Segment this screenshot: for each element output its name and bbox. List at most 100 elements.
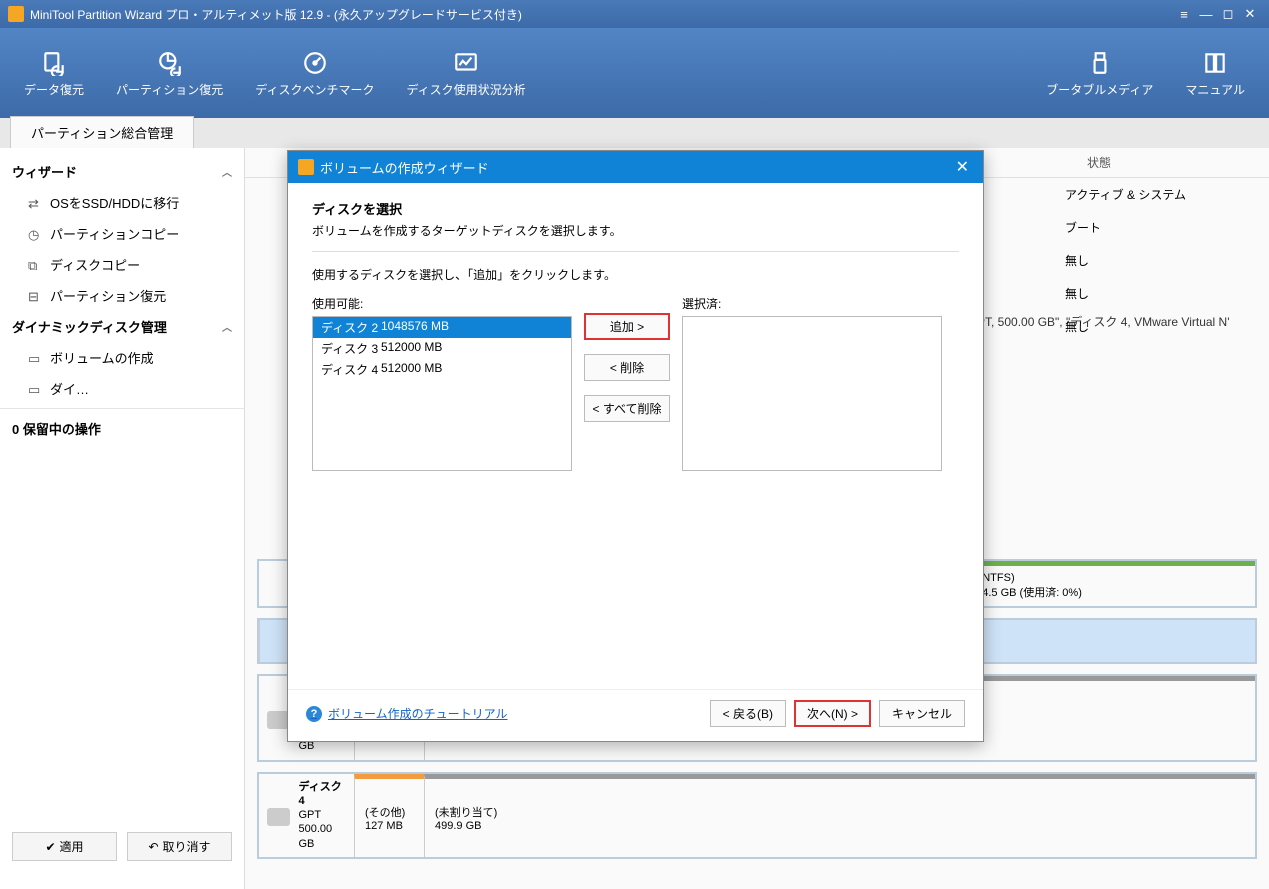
close-button[interactable]: ✕ <box>1239 5 1261 23</box>
dialog-titlebar[interactable]: ボリュームの作成ウィザード ✕ <box>288 151 983 183</box>
list-item[interactable]: ディスク 3512000 MB <box>313 338 571 359</box>
sidebar-section-label: ウィザード <box>12 162 77 181</box>
remove-button[interactable]: < 削除 <box>584 354 670 381</box>
link-label: ボリューム作成のチュートリアル <box>328 705 508 722</box>
table-row[interactable]: 無し <box>955 277 1269 310</box>
partition-unallocated[interactable]: (未割り当て) 499.9 GB <box>424 774 1255 857</box>
toolbar-data-recovery[interactable]: データ復元 <box>8 49 100 98</box>
toolbar-disk-benchmark[interactable]: ディスクベンチマーク <box>239 49 390 98</box>
sidebar-item-migrate-os[interactable]: ⇄OSをSSD/HDDに移行 <box>0 187 244 218</box>
dialog-title: ボリュームの作成ウィザード <box>320 158 489 177</box>
dialog-instruction: 使用するディスクを選択し、「追加」をクリックします。 <box>312 266 959 283</box>
partition-title: (未割り当て) <box>435 804 1245 820</box>
sidebar-item-label: ボリュームの作成 <box>50 348 154 367</box>
partition-j[interactable]: J:(NTFS) 224.5 GB (使用済: 0%) <box>959 561 1255 606</box>
sidebar-item-label: OSをSSD/HDDに移行 <box>50 193 179 212</box>
toolbar-disk-usage[interactable]: ディスク使用状況分析 <box>390 49 541 98</box>
sidebar-item-partition-copy[interactable]: ◷パーティションコピー <box>0 218 244 249</box>
volume-icon: ▭ <box>28 351 42 365</box>
toolbar-bootable-media[interactable]: ブータブルメディア <box>1030 49 1169 98</box>
menu-button[interactable]: ≡ <box>1173 5 1195 23</box>
create-volume-wizard-dialog: ボリュームの作成ウィザード ✕ ディスクを選択 ボリュームを作成するターゲットデ… <box>287 150 984 742</box>
chevron-up-icon: ︿ <box>222 164 232 179</box>
usb-icon <box>1086 49 1114 77</box>
table-row[interactable]: マリアクティブ & システム <box>955 178 1269 211</box>
disk-size: 500.00 GB <box>298 823 332 849</box>
toolbar-label: ディスク使用状況分析 <box>406 81 525 98</box>
toolbar-label: マニュアル <box>1185 81 1245 98</box>
dialog-subheading: ボリュームを作成するターゲットディスクを選択します。 <box>312 222 959 239</box>
sidebar-item-disk-copy[interactable]: ⧉ ディスクコピー <box>0 249 244 280</box>
add-button[interactable]: 追加 > <box>584 313 670 340</box>
disk-size: 1048576 MB <box>381 319 449 336</box>
book-icon <box>1201 49 1229 77</box>
remove-all-button[interactable]: < すべて削除 <box>584 395 670 422</box>
sidebar-item-label: ディスクコピー <box>50 255 140 274</box>
sidebar-section-wizard[interactable]: ウィザード ︿ <box>0 156 244 187</box>
selected-disks-list[interactable] <box>682 316 942 471</box>
hdd-icon <box>267 808 290 826</box>
disk-name: ディスク 2 <box>321 319 381 336</box>
undo-button[interactable]: ↶ 取り消す <box>127 832 232 861</box>
tabs: パーティション総合管理 <box>0 118 1269 148</box>
list-item[interactable]: ディスク 4512000 MB <box>313 359 571 380</box>
sidebar-item-truncated[interactable]: ▭ ダイ… <box>0 373 244 404</box>
generic-icon: ▭ <box>28 382 42 396</box>
cell: 無し <box>1065 285 1269 302</box>
sidebar-item-create-volume[interactable]: ▭ ボリュームの作成 <box>0 342 244 373</box>
cancel-button[interactable]: キャンセル <box>879 700 965 727</box>
button-label: 取り消す <box>163 838 211 855</box>
sidebar-item-label: パーティション復元 <box>50 286 166 305</box>
clock-icon: ◷ <box>28 227 42 241</box>
button-label: 適用 <box>60 838 84 855</box>
disk-block-4[interactable]: ディスク 4 GPT 500.00 GB (その他) 127 MB (未割り当て… <box>257 772 1257 859</box>
partition-title: (その他) <box>365 804 414 820</box>
minimize-button[interactable]: — <box>1195 5 1217 23</box>
cell: 無し <box>1065 252 1269 269</box>
sidebar-section-dynamic[interactable]: ダイナミックディスク管理 ︿ <box>0 311 244 342</box>
next-button[interactable]: 次へ(N) > <box>794 700 871 727</box>
sidebar-item-partition-recovery[interactable]: ⊟ パーティション復元 <box>0 280 244 311</box>
undo-icon: ↶ <box>148 840 158 854</box>
partition-sub: 224.5 GB (使用済: 0%) <box>970 584 1245 600</box>
table-row[interactable]: マリ無し <box>955 244 1269 277</box>
cell: ブート <box>1065 219 1269 236</box>
toolbar-manual[interactable]: マニュアル <box>1169 49 1261 98</box>
tab-partition-management[interactable]: パーティション総合管理 <box>10 116 194 148</box>
disk-name: ディスク 4 <box>321 361 381 378</box>
partition-size: 499.9 GB <box>435 820 1245 832</box>
dialog-close-button[interactable]: ✕ <box>952 157 973 177</box>
chevron-up-icon: ︿ <box>222 319 232 334</box>
disk-size: 512000 MB <box>381 361 442 378</box>
disk-name: ディスク 4 <box>298 781 341 807</box>
maximize-button[interactable]: ◻ <box>1217 5 1239 23</box>
toolbar-label: ディスクベンチマーク <box>255 81 374 98</box>
partition-title: J:(NTFS) <box>970 572 1245 584</box>
app-icon <box>8 6 24 22</box>
sidebar-section-label: ダイナミックディスク管理 <box>12 317 167 336</box>
apply-button[interactable]: ✔ 適用 <box>12 832 117 861</box>
disk-size: 512000 MB <box>381 340 442 357</box>
partition-other[interactable]: (その他) 127 MB <box>354 774 424 857</box>
dynamic-disk-note: k, GPT, 500.00 GB", "ディスク 4, VMware Virt… <box>955 313 1257 330</box>
refresh-doc-icon <box>40 49 68 77</box>
app-icon <box>298 159 314 175</box>
disk-icon: ⊟ <box>28 289 42 303</box>
copy-icon: ⧉ <box>28 258 42 272</box>
titlebar: MiniTool Partition Wizard プロ・アルティメット版 12… <box>0 0 1269 28</box>
sidebar: ウィザード ︿ ⇄OSをSSD/HDDに移行 ◷パーティションコピー ⧉ ディスク… <box>0 148 245 889</box>
tutorial-link[interactable]: ?ボリューム作成のチュートリアル <box>306 705 508 722</box>
sidebar-item-label: ダイ… <box>50 379 89 398</box>
list-item[interactable]: ディスク 21048576 MB <box>313 317 571 338</box>
check-icon: ✔ <box>45 840 55 854</box>
available-disks-list[interactable]: ディスク 21048576 MB ディスク 3512000 MB ディスク 45… <box>312 316 572 471</box>
dialog-heading: ディスクを選択 <box>312 199 959 218</box>
dialog-footer: ?ボリューム作成のチュートリアル < 戻る(B) 次へ(N) > キャンセル <box>288 689 983 741</box>
table-row[interactable]: マリブート <box>955 211 1269 244</box>
toolbar-label: データ復元 <box>24 81 84 98</box>
grid-col-status: 状態 <box>1087 154 1111 171</box>
disk-name: ディスク 3 <box>321 340 381 357</box>
back-button[interactable]: < 戻る(B) <box>710 700 786 727</box>
toolbar-partition-recovery[interactable]: パーティション復元 <box>100 49 239 98</box>
gauge-icon <box>301 49 329 77</box>
